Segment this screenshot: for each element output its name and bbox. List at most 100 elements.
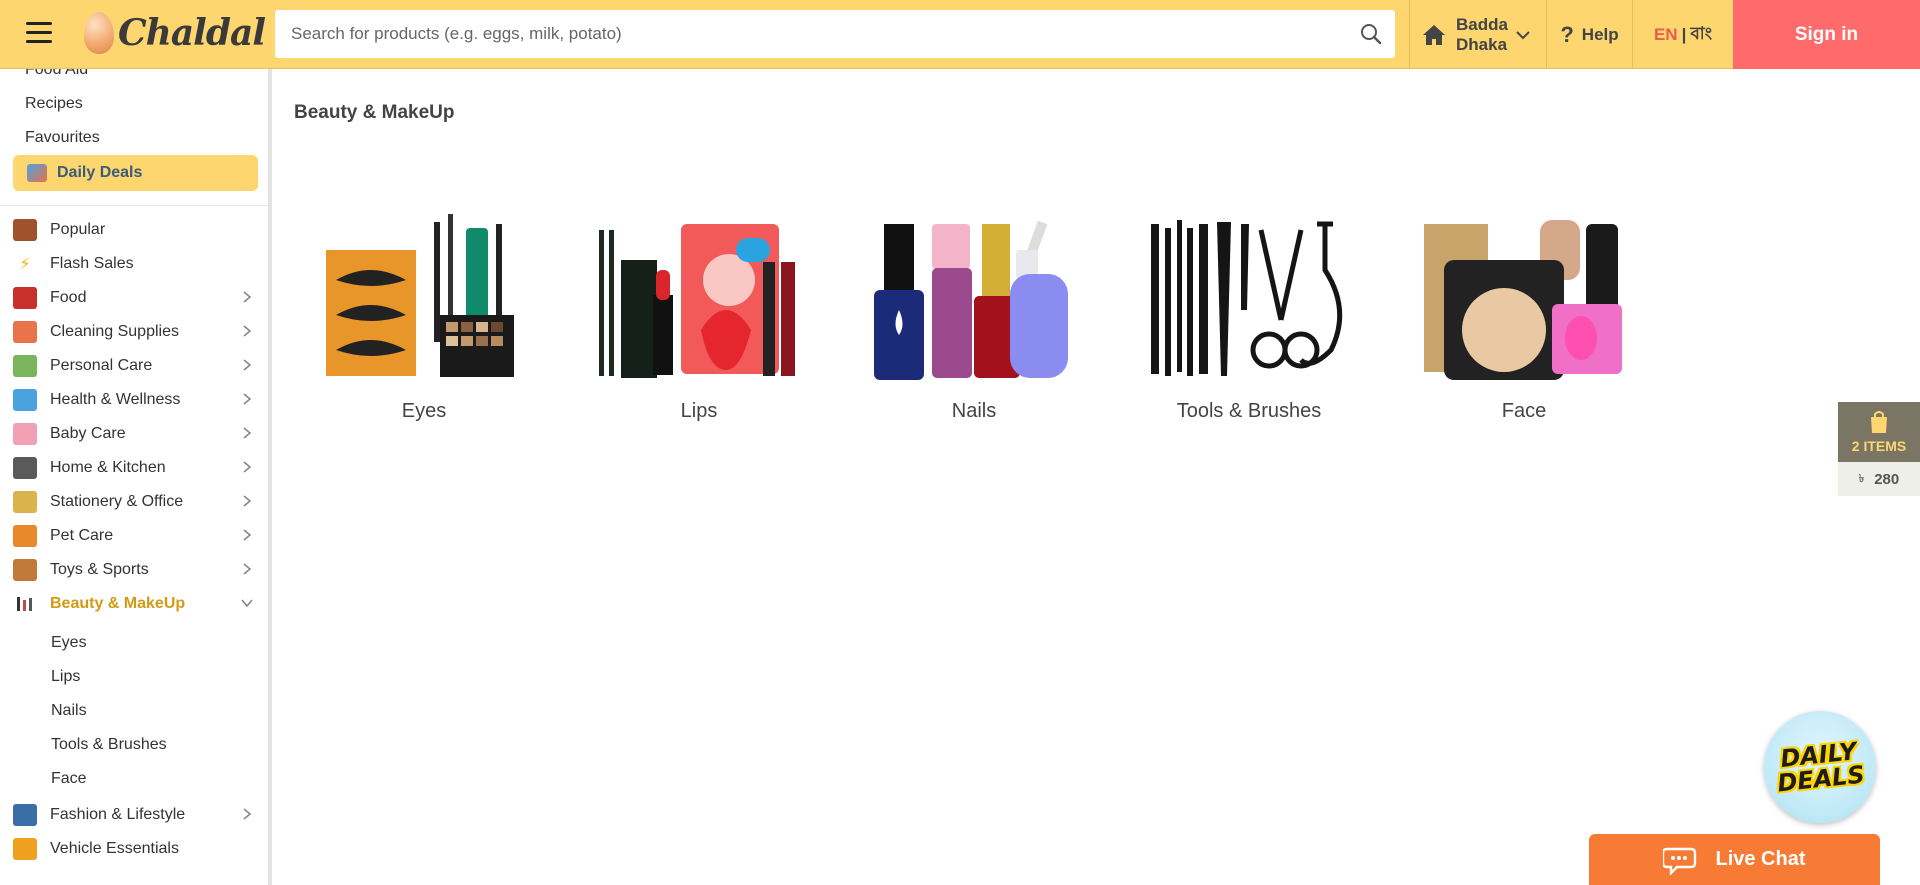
- sidebar-item-label: Popular: [50, 221, 106, 238]
- sidebar-item-toys-sports[interactable]: Toys & Sports: [0, 553, 268, 587]
- face-product-image: [1416, 210, 1632, 386]
- help-button[interactable]: ? Help: [1546, 0, 1632, 69]
- category-tile-eyes[interactable]: Eyes: [311, 210, 537, 423]
- sidebar-link-food-aid[interactable]: Food Aid: [25, 69, 88, 79]
- sidebar-item-label: Home & Kitchen: [50, 459, 166, 476]
- sidebar-subitem-tools-brushes[interactable]: Tools & Brushes: [51, 736, 167, 754]
- category-tile-lips[interactable]: Lips: [586, 210, 812, 423]
- chevron-right-icon: [243, 808, 252, 820]
- egg-logo-icon: [84, 12, 114, 54]
- sidebar-item-baby-care[interactable]: Baby Care: [0, 417, 268, 451]
- search-bar: [275, 10, 1395, 58]
- tile-label: Eyes: [401, 400, 447, 422]
- chevron-right-icon: [243, 495, 252, 507]
- sidebar-item-flash-sales[interactable]: ⚡ Flash Sales: [0, 247, 268, 281]
- sidebar-item-cleaning-supplies[interactable]: Cleaning Supplies: [0, 315, 268, 349]
- help-label: Help: [1581, 24, 1619, 44]
- beauty-icon: [13, 593, 37, 615]
- chevron-down-icon: [241, 599, 253, 608]
- tile-label: Tools & Brushes: [1176, 400, 1322, 422]
- sidebar-item-label: Baby Care: [50, 425, 126, 442]
- fashion-icon: [13, 804, 37, 826]
- lips-product-image: [591, 210, 807, 386]
- sidebar-item-label: Fashion & Lifestyle: [50, 806, 186, 823]
- personal-care-icon: [13, 355, 37, 377]
- sidebar-item-label: Food: [50, 289, 87, 306]
- cart-total: ৳ 280: [1838, 462, 1920, 496]
- cart-summary: 2 ITEMS: [1838, 402, 1920, 462]
- live-chat-label: Live Chat: [1715, 848, 1806, 870]
- sidebar-item-label: Health & Wellness: [50, 391, 181, 408]
- sidebar-item-fashion-lifestyle[interactable]: Fashion & Lifestyle: [0, 798, 268, 832]
- daily-deals-bubble[interactable]: DAILY DEALS: [1764, 711, 1876, 823]
- sign-in-button[interactable]: Sign in: [1733, 0, 1920, 69]
- daily-deals-label: Daily Deals: [57, 164, 143, 181]
- category-tile-tools-brushes[interactable]: Tools & Brushes: [1136, 210, 1362, 423]
- lightning-icon: ⚡: [19, 256, 31, 273]
- stationery-icon: [13, 491, 37, 513]
- sidebar-item-label: Stationery & Office: [50, 493, 184, 510]
- baby-care-icon: [13, 423, 37, 445]
- category-tile-face[interactable]: Face: [1411, 210, 1637, 423]
- lang-bn-option[interactable]: বাং: [1690, 21, 1712, 49]
- category-tile-nails[interactable]: Nails: [861, 210, 1087, 423]
- floating-cart[interactable]: 2 ITEMS ৳ 280: [1838, 402, 1920, 496]
- chevron-right-icon: [243, 427, 252, 439]
- sidebar-item-vehicle-essentials[interactable]: Vehicle Essentials: [0, 832, 268, 866]
- location-selector[interactable]: Badda Dhaka: [1409, 0, 1546, 69]
- chevron-right-icon: [243, 325, 252, 337]
- sidebar-item-health-wellness[interactable]: Health & Wellness: [0, 383, 268, 417]
- food-basket-icon: [13, 287, 37, 309]
- sidebar-item-food[interactable]: Food: [0, 281, 268, 315]
- shopping-bag-icon: [1871, 411, 1887, 433]
- sidebar-item-home-kitchen[interactable]: Home & Kitchen: [0, 451, 268, 485]
- top-header: Chaldal Badda Dhaka ? Help EN | বাং Sign…: [0, 0, 1920, 69]
- search-icon[interactable]: [1347, 10, 1395, 58]
- popular-icon: [13, 219, 37, 241]
- eyes-product-image: [316, 210, 532, 386]
- brand-name: Chaldal: [118, 12, 266, 54]
- chevron-right-icon: [243, 291, 252, 303]
- vehicle-icon: [13, 838, 37, 860]
- sidebar-item-pet-care[interactable]: Pet Care: [0, 519, 268, 553]
- lang-en-option[interactable]: EN: [1654, 25, 1678, 45]
- cart-total-value: 280: [1874, 470, 1900, 488]
- chat-bubble-icon: [1663, 847, 1697, 875]
- sidebar-subitem-lips[interactable]: Lips: [51, 668, 80, 686]
- language-switcher: EN | বাং: [1632, 0, 1733, 69]
- sidebar-item-label: Pet Care: [50, 527, 114, 544]
- sidebar-item-label: Flash Sales: [50, 255, 134, 272]
- category-sidebar[interactable]: Food Aid Recipes Favourites Daily Deals …: [0, 69, 272, 885]
- tile-label: Face: [1501, 400, 1547, 422]
- tile-label: Lips: [680, 400, 718, 422]
- daily-deals-button[interactable]: Daily Deals: [13, 155, 258, 191]
- search-input[interactable]: [275, 24, 1347, 44]
- sidebar-subitem-eyes[interactable]: Eyes: [51, 634, 87, 652]
- sidebar-item-label: Vehicle Essentials: [50, 840, 179, 857]
- sidebar-item-stationery-office[interactable]: Stationery & Office: [0, 485, 268, 519]
- sidebar-link-favourites[interactable]: Favourites: [25, 129, 100, 147]
- cart-item-count: 2 ITEMS: [1851, 438, 1907, 454]
- chevron-right-icon: [243, 393, 252, 405]
- chaldal-logo[interactable]: Chaldal: [84, 10, 266, 56]
- toys-icon: [13, 559, 37, 581]
- sidebar-item-label: Toys & Sports: [50, 561, 149, 578]
- sidebar-link-recipes[interactable]: Recipes: [25, 95, 83, 113]
- sidebar-subitem-face[interactable]: Face: [51, 770, 87, 788]
- pet-care-icon: [13, 525, 37, 547]
- sidebar-item-popular[interactable]: Popular: [0, 213, 268, 247]
- sidebar-subitem-nails[interactable]: Nails: [51, 702, 87, 720]
- chevron-right-icon: [243, 563, 252, 575]
- sidebar-item-beauty-makeup[interactable]: Beauty & MakeUp: [0, 587, 268, 621]
- chevron-right-icon: [243, 461, 252, 473]
- daily-deals-badge-text: DAILY DEALS: [1774, 737, 1866, 797]
- question-icon: ?: [1560, 21, 1574, 47]
- live-chat-button[interactable]: Live Chat: [1589, 834, 1880, 885]
- health-icon: [13, 389, 37, 411]
- sidebar-item-personal-care[interactable]: Personal Care: [0, 349, 268, 383]
- nails-product-image: [866, 210, 1082, 386]
- menu-hamburger-icon[interactable]: [26, 22, 52, 44]
- location-text: Badda Dhaka: [1456, 15, 1508, 55]
- chevron-right-icon: [243, 359, 252, 371]
- currency-symbol: ৳: [1858, 472, 1865, 485]
